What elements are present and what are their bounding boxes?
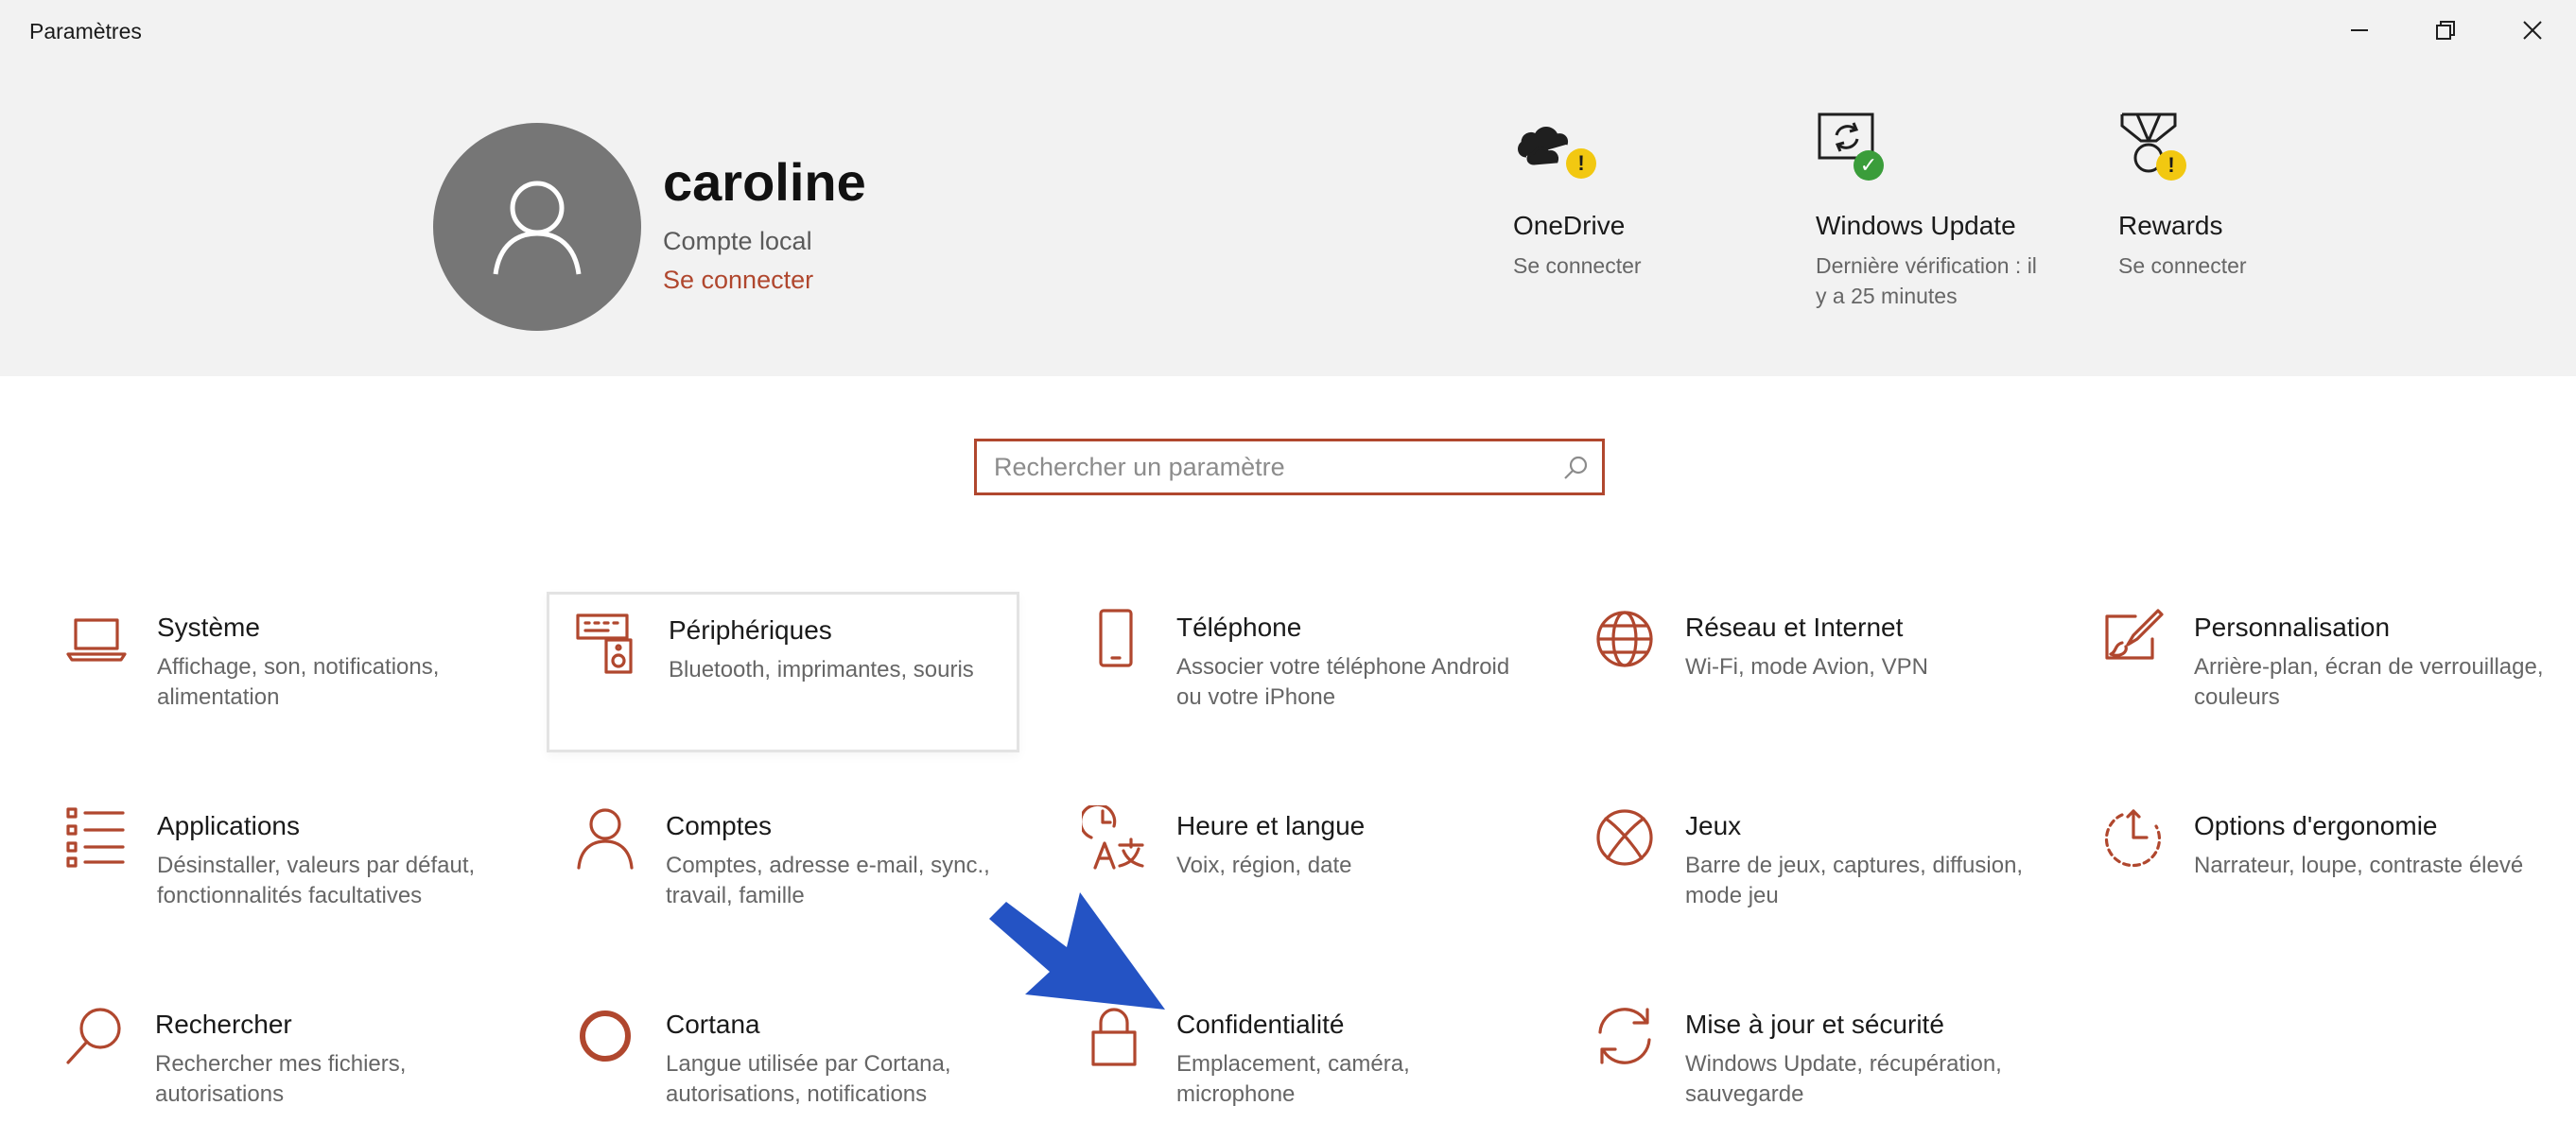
- tile-description: Windows Update, récupération, sauvegarde: [1685, 1051, 2002, 1107]
- apps-list-icon: [64, 805, 129, 870]
- tile-title: Jeux: [1685, 811, 1742, 840]
- search-icon[interactable]: [1562, 455, 1589, 486]
- tile-title: Confidentialité: [1176, 1010, 1345, 1039]
- tile-title: Cortana: [666, 1010, 760, 1039]
- tile-jeux[interactable]: Jeux Barre de jeux, captures, diffusion,…: [1570, 785, 2043, 945]
- tile-description: Désinstaller, valeurs par défaut, foncti…: [157, 853, 476, 908]
- time-language-icon: [1079, 803, 1146, 870]
- rewards-subtitle: Se connecter: [2118, 253, 2247, 278]
- tile-title: Réseau et Internet: [1685, 613, 1904, 642]
- tile-description: Associer votre téléphone Android ou votr…: [1176, 654, 1510, 710]
- user-silhouette-icon: [493, 181, 582, 275]
- minimize-button[interactable]: [2331, 11, 2388, 49]
- annotation-arrow-icon: [983, 889, 1173, 1011]
- tile-title: Comptes: [666, 811, 773, 840]
- tile-reseau[interactable]: Réseau et Internet Wi-Fi, mode Avion, VP…: [1570, 586, 2043, 747]
- person-icon: [573, 805, 637, 870]
- tile-personnalisation[interactable]: Personnalisation Arrière-plan, écran de …: [2079, 586, 2551, 747]
- restore-button[interactable]: [2417, 11, 2474, 49]
- tile-ergonomie[interactable]: Options d'ergonomie Narrateur, loupe, co…: [2079, 785, 2551, 945]
- magnifier-icon: [62, 1004, 127, 1068]
- rewards-icon-wrap: !: [2118, 109, 2194, 184]
- warning-badge-icon: !: [1566, 148, 1596, 179]
- account-name: caroline: [663, 152, 866, 212]
- avatar[interactable]: [433, 123, 641, 331]
- tile-title: Mise à jour et sécurité: [1685, 1010, 1944, 1039]
- close-button[interactable]: [2504, 11, 2561, 49]
- account-header: Paramètres caroline Compte local Se conn…: [0, 0, 2576, 376]
- tile-description: Narrateur, loupe, contraste élevé: [2194, 853, 2524, 878]
- windows-update-status[interactable]: ✓ Windows Update Dernière vérification :…: [1816, 109, 2037, 308]
- minimize-icon: [2351, 29, 2368, 31]
- tile-systeme[interactable]: Système Affichage, son, notifications, a…: [42, 586, 514, 747]
- onedrive-subtitle: Se connecter: [1513, 253, 1642, 278]
- tile-title: Heure et langue: [1176, 811, 1366, 840]
- tile-rechercher[interactable]: Rechercher Rechercher mes fichiers, auto…: [40, 983, 513, 1140]
- window-title: Paramètres: [29, 19, 142, 43]
- sync-icon: [1593, 1004, 1657, 1068]
- tile-comptes[interactable]: Comptes Comptes, adresse e-mail, sync., …: [550, 785, 1023, 945]
- tile-mise-a-jour[interactable]: Mise à jour et sécurité Windows Update, …: [1570, 983, 2043, 1140]
- tile-description: Arrière-plan, écran de verrouillage, cou…: [2194, 654, 2544, 710]
- restore-icon: [2436, 21, 2455, 40]
- tile-title: Périphériques: [669, 615, 832, 645]
- tile-title: Applications: [157, 811, 300, 840]
- tile-description: Wi-Fi, mode Avion, VPN: [1685, 654, 1928, 680]
- tile-title: Options d'ergonomie: [2194, 811, 2438, 840]
- windows-update-icon-wrap: ✓: [1816, 109, 1891, 184]
- tile-description: Rechercher mes fichiers, autorisations: [155, 1051, 407, 1107]
- warning-badge-icon: !: [2156, 150, 2186, 181]
- rewards-status[interactable]: ! Rewards Se connecter: [2118, 109, 2247, 278]
- tile-description: Comptes, adresse e-mail, sync., travail,…: [666, 853, 990, 908]
- rewards-title: Rewards: [2118, 211, 2223, 240]
- tile-telephone[interactable]: Téléphone Associer votre téléphone Andro…: [1061, 586, 1534, 747]
- onedrive-title: OneDrive: [1513, 211, 1626, 240]
- paint-icon: [2101, 607, 2166, 671]
- account-signin-link[interactable]: Se connecter: [663, 266, 813, 295]
- tile-description: Langue utilisée par Cortana, autorisatio…: [666, 1051, 951, 1107]
- account-type: Compte local: [663, 227, 812, 255]
- title-bar: Paramètres: [0, 0, 2576, 60]
- settings-search-box[interactable]: [974, 439, 1605, 495]
- xbox-icon: [1593, 805, 1657, 870]
- windows-update-subtitle: Dernière vérification : il y a 25 minute…: [1816, 253, 2037, 308]
- tile-title: Système: [157, 613, 260, 642]
- tile-applications[interactable]: Applications Désinstaller, valeurs par d…: [42, 785, 514, 945]
- phone-icon: [1084, 607, 1148, 671]
- ease-of-access-icon: [2101, 805, 2166, 870]
- tile-title: Téléphone: [1176, 613, 1302, 642]
- onedrive-icon-wrap: !: [1513, 109, 1596, 184]
- devices-icon: [574, 612, 638, 676]
- tile-peripheriques[interactable]: Périphériques Bluetooth, imprimantes, so…: [547, 592, 1019, 752]
- windows-update-title: Windows Update: [1816, 211, 2016, 240]
- tile-description: Affichage, son, notifications, alimentat…: [157, 654, 440, 710]
- tile-description: Barre de jeux, captures, diffusion, mode…: [1685, 853, 2024, 908]
- tile-description: Voix, région, date: [1176, 853, 1352, 878]
- onedrive-status[interactable]: ! OneDrive Se connecter: [1513, 109, 1642, 278]
- cortana-icon: [573, 1004, 637, 1068]
- tile-title: Rechercher: [155, 1010, 292, 1039]
- tile-description: Emplacement, caméra, microphone: [1176, 1051, 1410, 1107]
- check-badge-icon: ✓: [1854, 150, 1884, 181]
- lock-icon: [1082, 1004, 1146, 1068]
- tile-title: Personnalisation: [2194, 613, 2391, 642]
- close-icon: [2523, 21, 2542, 40]
- tile-cortana[interactable]: Cortana Langue utilisée par Cortana, aut…: [550, 983, 1023, 1140]
- laptop-icon: [64, 607, 129, 671]
- globe-icon: [1593, 607, 1657, 671]
- search-input[interactable]: [994, 441, 1552, 492]
- tile-description: Bluetooth, imprimantes, souris: [669, 657, 974, 682]
